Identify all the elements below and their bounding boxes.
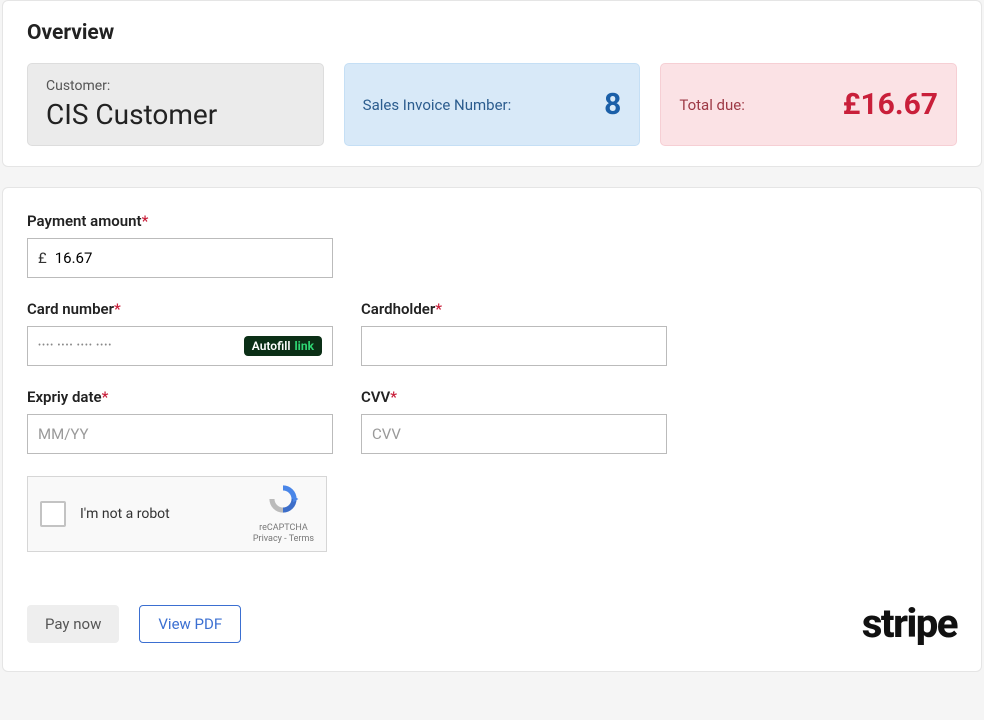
total-due-box: Total due: £16.67: [660, 63, 957, 146]
recaptcha-box[interactable]: I'm not a robot reCAPTCHA Privacy - Term…: [27, 476, 327, 552]
recaptcha-label: I'm not a robot: [80, 506, 239, 522]
invoice-label: Sales Invoice Number:: [363, 96, 512, 114]
cvv-input-wrap[interactable]: [361, 414, 667, 454]
recaptcha-icon: [266, 482, 300, 516]
expiry-group: Expriy date*: [27, 388, 333, 454]
payment-card: Payment amount* £ Card number* •••• ••••…: [2, 187, 982, 672]
cardholder-input-wrap[interactable]: [361, 326, 667, 366]
payment-amount-label: Payment amount*: [27, 212, 333, 230]
cvv-label: CVV*: [361, 388, 667, 406]
bottom-row: Pay now View PDF stripe: [27, 600, 957, 647]
recaptcha-branding: reCAPTCHA Privacy - Terms: [253, 482, 314, 546]
customer-box: Customer: CIS Customer: [27, 63, 324, 146]
total-due-value: £16.67: [843, 87, 938, 122]
payment-amount-input-wrap[interactable]: £: [27, 238, 333, 278]
view-pdf-button[interactable]: View PDF: [139, 605, 241, 643]
invoice-box: Sales Invoice Number: 8: [344, 63, 641, 146]
cardholder-input[interactable]: [372, 327, 656, 365]
overview-title: Overview: [27, 21, 957, 45]
card-number-input-wrap[interactable]: •••• •••• •••• •••• Autofill link: [27, 326, 333, 366]
payment-amount-group: Payment amount* £: [27, 212, 333, 278]
cardholder-group: Cardholder*: [361, 300, 667, 366]
expiry-input-wrap[interactable]: [27, 414, 333, 454]
card-number-group: Card number* •••• •••• •••• •••• Autofil…: [27, 300, 333, 366]
currency-symbol: £: [38, 249, 47, 267]
customer-value: CIS Customer: [46, 98, 217, 131]
invoice-value: 8: [604, 87, 621, 122]
expiry-label: Expriy date*: [27, 388, 333, 406]
customer-label: Customer:: [46, 78, 110, 94]
pay-now-button[interactable]: Pay now: [27, 605, 119, 643]
card-number-placeholder: •••• •••• •••• ••••: [38, 341, 244, 351]
recaptcha-checkbox[interactable]: [40, 501, 66, 527]
expiry-input[interactable]: [38, 415, 322, 453]
cvv-group: CVV*: [361, 388, 667, 454]
payment-amount-input[interactable]: [55, 239, 322, 277]
stripe-logo: stripe: [862, 600, 957, 647]
overview-boxes: Customer: CIS Customer Sales Invoice Num…: [27, 63, 957, 146]
card-number-label: Card number*: [27, 300, 333, 318]
total-due-label: Total due:: [679, 96, 745, 114]
overview-card: Overview Customer: CIS Customer Sales In…: [2, 0, 982, 167]
cardholder-label: Cardholder*: [361, 300, 667, 318]
cvv-input[interactable]: [372, 415, 656, 453]
autofill-badge[interactable]: Autofill link: [244, 336, 322, 356]
